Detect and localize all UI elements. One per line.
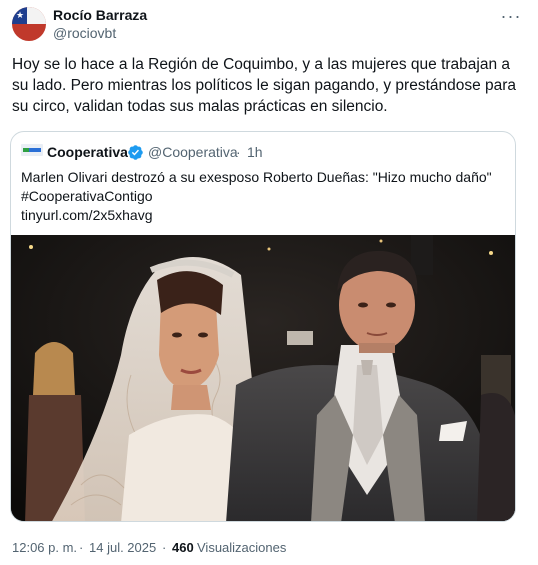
more-options-button[interactable]: ··· (496, 4, 526, 28)
avatar[interactable]: ★ (12, 7, 46, 41)
quoted-link[interactable]: tinyurl.com/2x5xhavg (21, 206, 507, 225)
tweet: ★ Rocío Barraza @rociovbt ··· Hoy se lo … (0, 0, 538, 565)
tweet-text: Hoy se lo hace a la Región de Coquimbo, … (12, 56, 517, 115)
star-icon: ★ (16, 10, 25, 20)
quoted-text: Marlen Olivari destrozó a su exesposo Ro… (21, 168, 507, 225)
author-handle[interactable]: @rociovbt (53, 24, 116, 42)
footer-separator: · (79, 540, 84, 555)
quoted-author-name[interactable]: Cooperativa (47, 144, 128, 161)
cooperativa-logo-icon (21, 144, 43, 156)
quoted-headline: Marlen Olivari destrozó a su exesposo Ro… (21, 169, 492, 185)
ellipsis-icon: ··· (500, 5, 522, 26)
author-name[interactable]: Rocío Barraza (53, 6, 147, 24)
quoted-tweet[interactable]: Cooperativa @Cooperativa · 1h Marlen Oli… (10, 131, 516, 522)
post-time[interactable]: 12:06 p. m. (12, 539, 77, 556)
views-count[interactable]: 460 (172, 539, 194, 556)
flag-white-stripe (27, 7, 46, 24)
quoted-hashtag[interactable]: #CooperativaContigo (21, 187, 507, 206)
quoted-separator: · (236, 144, 241, 160)
views-label[interactable]: Visualizaciones (197, 539, 286, 556)
quoted-timestamp[interactable]: 1h (247, 144, 263, 161)
quoted-photo[interactable] (11, 235, 516, 522)
quoted-author-handle[interactable]: @Cooperativa (148, 144, 238, 161)
post-date[interactable]: 14 jul. 2025 (89, 539, 156, 556)
verified-badge-icon (128, 145, 143, 160)
footer-separator-2: · (162, 540, 167, 555)
